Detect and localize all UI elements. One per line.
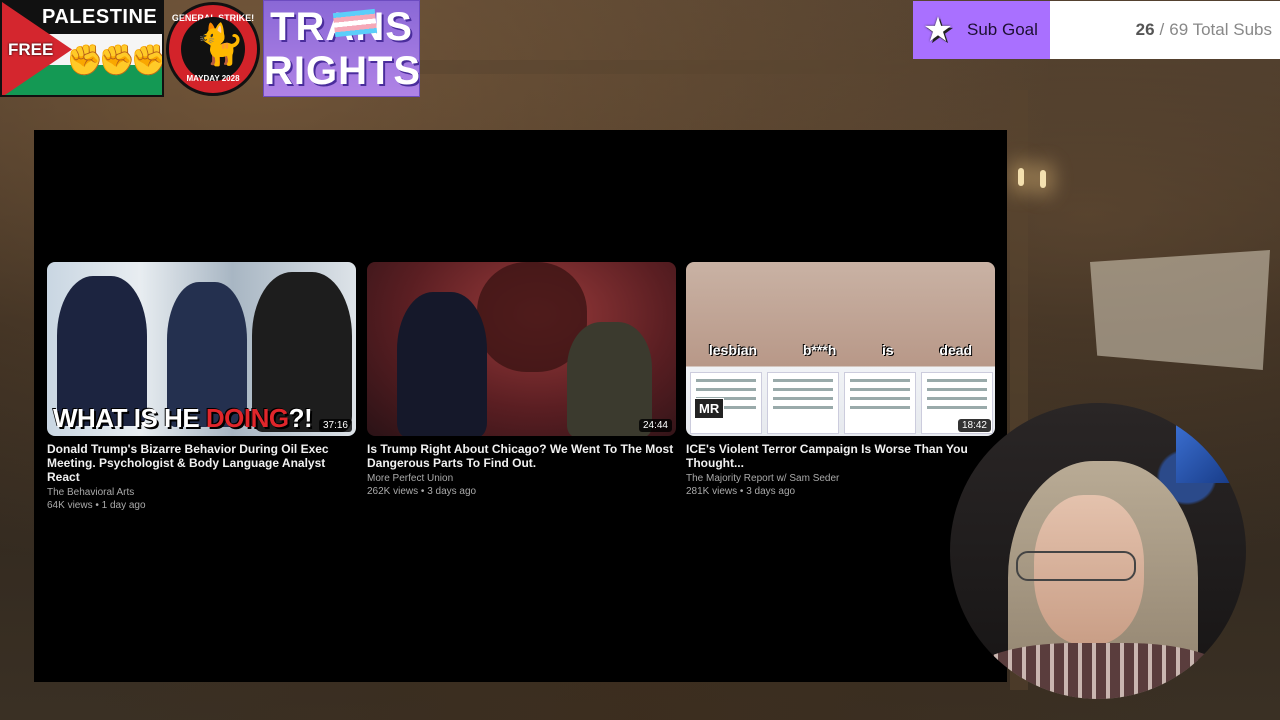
video-channel[interactable]: The Behavioral Arts	[47, 487, 356, 498]
fist-icon: ✊	[130, 44, 164, 77]
trans-flag-icon	[332, 8, 378, 38]
tweet-card	[767, 372, 839, 434]
sub-goal-separator: /	[1159, 20, 1165, 39]
thumbnail-word: dead	[939, 342, 973, 358]
video-meta: 262K views • 3 days ago	[367, 486, 477, 497]
free-text: FREE	[8, 40, 54, 59]
sub-goal-progress: 26 / 69 Total Subs	[1050, 1, 1280, 59]
video-title[interactable]: Is Trump Right About Chicago? We Went To…	[367, 442, 676, 470]
video-duration: 37:16	[318, 419, 352, 432]
strike-bottom-text: MAYDAY 2028	[186, 74, 240, 83]
thumbnail-words: lesbian b***h is dead	[686, 342, 995, 358]
strike-circle: GENERAL STRIKE! 🐈 MAYDAY 2028	[166, 2, 260, 96]
trans-rights-badge: TRANS RIGHTS	[263, 0, 420, 97]
video-channel[interactable]: More Perfect Union	[367, 473, 676, 484]
streamer-shirt	[970, 643, 1230, 699]
webcam-overlay	[950, 403, 1246, 699]
sub-goal-widget: ★ Sub Goal 26 / 69 Total Subs	[913, 1, 1280, 59]
ceiling-beam	[420, 60, 920, 74]
background-monitor	[1176, 423, 1236, 483]
video-title[interactable]: ICE's Violent Terror Campaign Is Worse T…	[686, 442, 995, 470]
headline-part-red: DOING	[205, 403, 289, 433]
sub-goal-total: 69 Total Subs	[1169, 20, 1272, 39]
video-card[interactable]: WHAT IS HE DOING?! 37:16 Donald Trump's …	[47, 262, 356, 511]
free-palestine-badge: PALESTINE FREE ✊ ✊ ✊	[0, 0, 164, 97]
candle-light	[1018, 168, 1024, 186]
video-thumbnail[interactable]: lesbian b***h is dead MR 18:42	[686, 262, 995, 436]
majority-report-logo: MR	[694, 398, 725, 419]
video-meta: 64K views • 1 day ago	[47, 500, 146, 511]
tweet-card	[844, 372, 916, 434]
thumbnail-word: b***h	[802, 342, 837, 358]
video-thumbnail[interactable]: 24:44	[367, 262, 676, 436]
candle-light	[1040, 170, 1046, 188]
headline-part: ?!	[288, 403, 313, 433]
video-thumbnail[interactable]: WHAT IS HE DOING?! 37:16	[47, 262, 356, 436]
video-meta: 281K views • 3 days ago	[686, 486, 796, 497]
rights-text: RIGHTS	[264, 49, 420, 93]
sub-goal-label-block: ★ Sub Goal	[913, 1, 1050, 59]
video-card[interactable]: 24:44 Is Trump Right About Chicago? We W…	[367, 262, 676, 497]
thumbnail-word: is	[882, 342, 894, 358]
video-panel: WHAT IS HE DOING?! 37:16 Donald Trump's …	[34, 130, 1007, 682]
sub-goal-current: 26	[1135, 20, 1155, 39]
pirate-flag-banner	[1090, 250, 1270, 370]
black-cat-icon: 🐈	[195, 23, 245, 67]
video-title[interactable]: Donald Trump's Bizarre Behavior During O…	[47, 442, 356, 484]
general-strike-badge: GENERAL STRIKE! 🐈 MAYDAY 2028	[166, 0, 261, 97]
thumbnail-word: lesbian	[708, 342, 758, 358]
palestine-text: PALESTINE	[42, 6, 158, 28]
glasses-icon	[1016, 551, 1136, 581]
video-card[interactable]: lesbian b***h is dead MR 18:42 ICE's Vio…	[686, 262, 995, 497]
thumbnail-person	[397, 292, 487, 436]
video-duration: 18:42	[957, 419, 991, 432]
video-duration: 24:44	[638, 419, 672, 432]
headline-part: WHAT IS HE	[53, 403, 206, 433]
sub-goal-label: Sub Goal	[967, 20, 1038, 39]
video-channel[interactable]: The Majority Report w/ Sam Seder	[686, 473, 995, 484]
thumbnail-headline: WHAT IS HE DOING?!	[53, 403, 313, 434]
star-icon: ★	[922, 11, 954, 49]
